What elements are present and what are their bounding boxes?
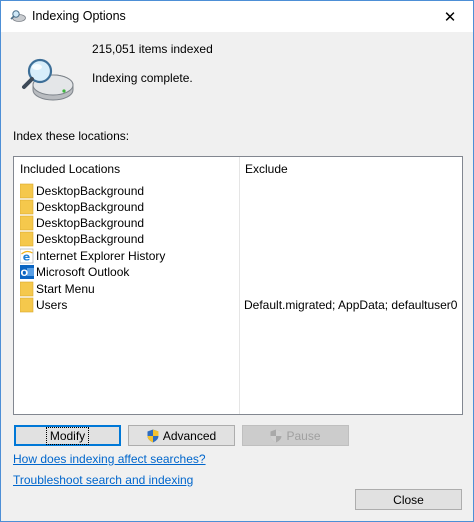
indexing-status: Indexing complete. [92, 71, 193, 85]
advanced-button[interactable]: Advanced [128, 425, 235, 446]
table-row[interactable]: Users Default.migrated; AppData; default… [14, 297, 462, 313]
location-name: Users [36, 298, 68, 312]
indexing-options-icon [10, 10, 26, 22]
internet-explorer-icon: e [20, 248, 34, 264]
table-row[interactable]: O Microsoft Outlook [14, 264, 462, 280]
close-button[interactable]: Close [355, 489, 462, 510]
table-row[interactable]: DesktopBackground [14, 231, 462, 247]
table-row[interactable]: e Internet Explorer History [14, 248, 462, 264]
folder-icon [20, 281, 34, 297]
folder-icon [20, 297, 34, 313]
table-row[interactable]: DesktopBackground [14, 183, 462, 199]
location-name: DesktopBackground [36, 232, 145, 246]
column-header-included[interactable]: Included Locations [14, 157, 239, 181]
location-name: DesktopBackground [36, 216, 145, 230]
exclude-value: Default.migrated; AppData; defaultuser0;… [244, 298, 458, 312]
folder-icon [20, 199, 34, 215]
window-title: Indexing Options [32, 9, 126, 23]
items-indexed-count: 215,051 items indexed [92, 42, 213, 56]
title-bar[interactable]: Indexing Options ✕ [1, 1, 473, 32]
folder-icon [20, 215, 34, 231]
folder-icon [20, 183, 34, 199]
location-name: DesktopBackground [36, 184, 145, 198]
table-row[interactable]: Start Menu [14, 281, 462, 297]
table-row[interactable]: DesktopBackground [14, 215, 462, 231]
indexing-options-window: Indexing Options ✕ 215,051 items indexed… [0, 0, 474, 522]
close-icon: ✕ [443, 8, 457, 26]
location-name: Internet Explorer History [36, 249, 166, 263]
indexing-drive-magnifier-icon [22, 58, 74, 101]
close-window-button[interactable]: ✕ [427, 1, 473, 32]
location-name: DesktopBackground [36, 200, 145, 214]
uac-shield-icon [270, 429, 282, 442]
troubleshoot-link[interactable]: Troubleshoot search and indexing [13, 473, 193, 487]
outlook-icon: O [20, 265, 34, 279]
index-locations-label: Index these locations: [13, 129, 130, 143]
index-locations-list[interactable]: Included Locations Exclude DesktopBackgr… [13, 156, 463, 415]
advanced-label: Advanced [162, 428, 217, 443]
modify-button[interactable]: Modify [14, 425, 121, 446]
close-label: Close [393, 492, 424, 507]
pause-label: Pause [286, 428, 321, 443]
folder-icon [20, 231, 34, 247]
location-name: Start Menu [36, 282, 95, 296]
svg-text:O: O [20, 269, 28, 279]
column-header-exclude[interactable]: Exclude [239, 157, 462, 181]
uac-shield-icon [147, 429, 159, 442]
modify-label: Modify [45, 426, 90, 445]
table-row[interactable]: DesktopBackground [14, 199, 462, 215]
help-link[interactable]: How does indexing affect searches? [13, 452, 206, 466]
location-name: Microsoft Outlook [36, 265, 130, 279]
pause-button[interactable]: Pause [242, 425, 349, 446]
